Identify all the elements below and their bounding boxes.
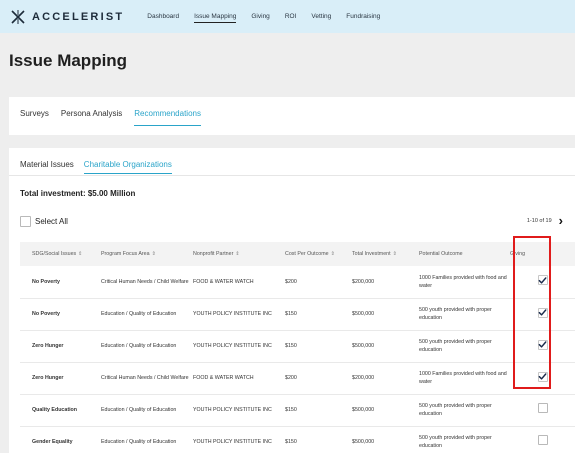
cell-cost: $150 — [285, 394, 352, 427]
nav-link-dashboard[interactable]: Dashboard — [147, 11, 179, 23]
giving-highlight-box — [513, 236, 551, 389]
table-row: Zero Hunger Education / Quality of Educat… — [20, 330, 575, 363]
select-all-checkbox[interactable] — [20, 216, 31, 227]
column-header: Potential Outcome — [419, 242, 510, 266]
column-header-label: Nonprofit Partner — [193, 251, 234, 257]
total-investment: Total investment: $5.00 Million — [20, 189, 136, 198]
cell-focus: Education / Quality of Education — [101, 330, 193, 363]
cell-total: $200,000 — [352, 266, 419, 299]
table-row: Zero Hunger Critical Human Needs / Child … — [20, 362, 575, 395]
cell-outcome: 1000 Families provided with food and wat… — [419, 362, 510, 395]
nav-link-giving[interactable]: Giving — [251, 11, 269, 23]
sort-icon[interactable]: ⇕ — [393, 251, 397, 257]
column-header[interactable]: SDG/Social Issues ⇕ — [20, 242, 101, 266]
cell-giving — [510, 394, 575, 427]
subtab-material-issues[interactable]: Material Issues — [20, 160, 74, 174]
column-header-label: Cost Per Outcome — [285, 251, 329, 257]
nav-link-roi[interactable]: ROI — [285, 11, 297, 23]
cell-sdg: No Poverty — [20, 266, 101, 299]
cell-outcome: 500 youth provided with proper education — [419, 298, 510, 331]
giving-checkbox[interactable] — [537, 435, 548, 446]
nav-link-vetting[interactable]: Vetting — [311, 11, 331, 23]
cell-sdg: Quality Education — [20, 394, 101, 427]
table-body: No Poverty Critical Human Needs / Child W… — [20, 266, 575, 453]
tabs-card: Surveys Persona Analysis Recommendations — [9, 97, 575, 135]
cell-focus: Education / Quality of Education — [101, 426, 193, 453]
nav-link-issue-mapping[interactable]: Issue Mapping — [194, 11, 237, 23]
column-header[interactable]: Program Focus Area ⇕ — [101, 242, 193, 266]
top-nav-bar: ACCELERIST Dashboard Issue Mapping Giving R… — [0, 0, 575, 33]
cell-giving — [510, 426, 575, 453]
main-nav: Dashboard Issue Mapping Giving ROI Vetting Fu… — [147, 11, 395, 23]
cell-cost: $150 — [285, 330, 352, 363]
sort-icon[interactable]: ⇕ — [235, 251, 239, 257]
table-row: Gender Equality Education / Quality of Ed… — [20, 426, 575, 453]
cell-focus: Education / Quality of Education — [101, 394, 193, 427]
cell-outcome: 500 youth provided with proper education — [419, 330, 510, 363]
column-header-label: Total Investment — [352, 251, 391, 257]
table-row: No Poverty Critical Human Needs / Child W… — [20, 266, 575, 299]
pagination-text: 1-10 of 19 — [526, 218, 552, 224]
cell-partner: YOUTH POLICY INSTITUTE INC — [193, 426, 285, 453]
sort-icon[interactable]: ⇕ — [152, 251, 156, 257]
recommendations-card: Material Issues Charitable Organizations … — [9, 148, 575, 453]
table-row: Quality Education Education / Quality of … — [20, 394, 575, 427]
cell-sdg: No Poverty — [20, 298, 101, 331]
page-title: Issue Mapping — [9, 51, 128, 70]
table-row: No Poverty Education / Quality of Educati… — [20, 298, 575, 331]
cell-cost: $200 — [285, 362, 352, 395]
column-header[interactable]: Nonprofit Partner ⇕ — [193, 242, 285, 266]
cell-total: $200,000 — [352, 362, 419, 395]
cell-total: $500,000 — [352, 426, 419, 453]
logo-text: ACCELERIST — [32, 10, 125, 23]
nav-link-fundraising[interactable]: Fundraising — [346, 11, 380, 23]
select-all-label: Select All — [35, 217, 68, 226]
cell-partner: FOOD & WATER WATCH — [193, 362, 285, 395]
sort-icon[interactable]: ⇕ — [78, 251, 82, 257]
cell-cost: $150 — [285, 426, 352, 453]
tab-bar: Surveys Persona Analysis Recommendations — [20, 109, 213, 126]
tab-surveys[interactable]: Surveys — [20, 109, 49, 126]
cell-focus: Critical Human Needs / Child Welfare — [101, 266, 193, 299]
cell-sdg: Zero Hunger — [20, 362, 101, 395]
divider — [9, 175, 575, 176]
cell-outcome: 500 youth provided with proper education — [419, 426, 510, 453]
cell-cost: $200 — [285, 266, 352, 299]
tab-recommendations[interactable]: Recommendations — [134, 109, 201, 126]
column-header-label: SDG/Social Issues — [32, 251, 77, 257]
cell-total: $500,000 — [352, 394, 419, 427]
cell-outcome: 500 youth provided with proper education — [419, 394, 510, 427]
subtab-bar: Material Issues Charitable Organizations — [20, 160, 182, 174]
cell-partner: YOUTH POLICY INSTITUTE INC — [193, 394, 285, 427]
cell-outcome: 1000 Families provided with food and wat… — [419, 266, 510, 299]
cell-partner: YOUTH POLICY INSTITUTE INC — [193, 330, 285, 363]
sort-icon[interactable]: ⇕ — [331, 251, 335, 257]
cell-total: $500,000 — [352, 298, 419, 331]
cell-sdg: Zero Hunger — [20, 330, 101, 363]
giving-checkbox[interactable] — [537, 403, 548, 414]
cell-partner: YOUTH POLICY INSTITUTE INC — [193, 298, 285, 331]
tab-persona-analysis[interactable]: Persona Analysis — [61, 109, 122, 126]
chevron-right-icon[interactable]: › — [559, 214, 563, 227]
subtab-charitable-organizations[interactable]: Charitable Organizations — [83, 160, 172, 174]
select-all[interactable]: Select All — [20, 216, 68, 227]
logo-icon — [11, 9, 25, 24]
logo[interactable]: ACCELERIST — [10, 9, 124, 25]
cell-focus: Education / Quality of Education — [101, 298, 193, 331]
column-header[interactable]: Cost Per Outcome ⇕ — [285, 242, 352, 266]
cell-cost: $150 — [285, 298, 352, 331]
cell-focus: Critical Human Needs / Child Welfare — [101, 362, 193, 395]
column-header[interactable]: Total Investment ⇕ — [352, 242, 419, 266]
table-header-row: SDG/Social Issues ⇕ Program Focus Area ⇕ Non… — [20, 242, 575, 266]
cell-total: $500,000 — [352, 330, 419, 363]
cell-partner: FOOD & WATER WATCH — [193, 266, 285, 299]
cell-sdg: Gender Equality — [20, 426, 101, 453]
organizations-table: SDG/Social Issues ⇕ Program Focus Area ⇕ Non… — [20, 242, 575, 453]
pagination: 1-10 of 19 › — [526, 214, 563, 227]
column-header-label: Program Focus Area — [101, 251, 150, 257]
column-header-label: Potential Outcome — [419, 251, 463, 257]
